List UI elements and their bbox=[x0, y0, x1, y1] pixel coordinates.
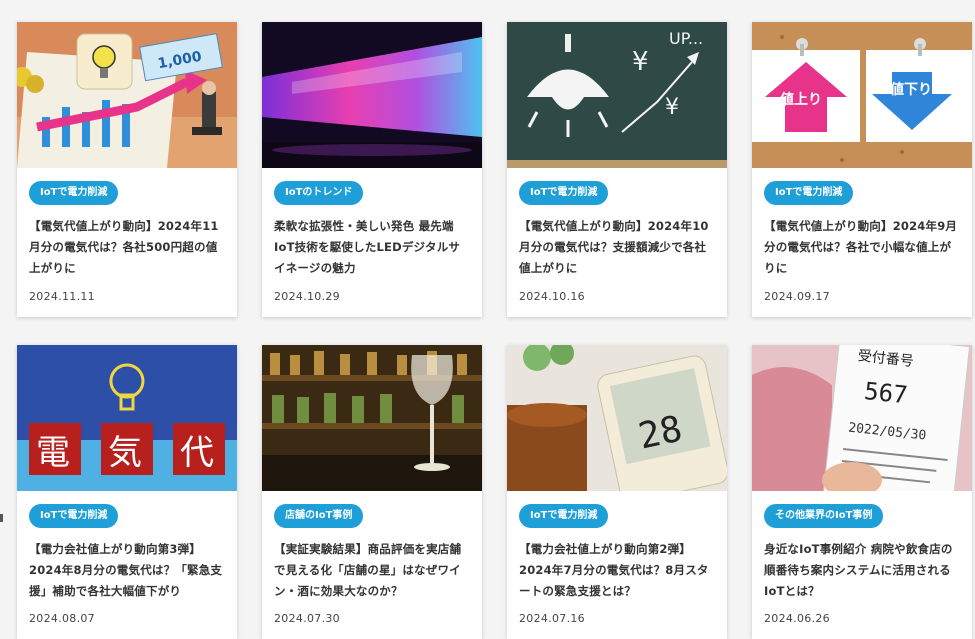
svg-text:¥: ¥ bbox=[665, 95, 679, 120]
thumb-up-text: UP... bbox=[669, 29, 703, 48]
article-thumbnail[interactable] bbox=[262, 345, 482, 491]
article-thumbnail[interactable]: 値上り 値下り bbox=[752, 22, 972, 168]
article-thumbnail[interactable]: 1,000 bbox=[17, 22, 237, 168]
article-card[interactable]: 値上り 値下り IoTで電力削減 【電気代値上がり動向】2024年9月分の電気代… bbox=[752, 22, 972, 317]
category-tag[interactable]: 店舗のIoT事例 bbox=[274, 504, 364, 528]
article-title[interactable]: 【電気代値上がり動向】2024年9月分の電気代は？各社で小幅な値上がりに bbox=[764, 216, 960, 279]
svg-text:¥: ¥ bbox=[632, 47, 649, 77]
article-thumbnail[interactable]: 電 気 代 bbox=[17, 345, 237, 491]
article-thumbnail[interactable]: 28 bbox=[507, 345, 727, 491]
article-thumbnail[interactable]: 受付番号 567 2022/05/30 bbox=[752, 345, 972, 491]
article-card[interactable]: ¥ ¥ UP... IoTで電力削減 【電気代値上がり動向】2024年10月分の… bbox=[507, 22, 727, 317]
article-thumbnail[interactable]: ¥ ¥ UP... bbox=[507, 22, 727, 168]
category-tag[interactable]: その他業界のIoT事例 bbox=[764, 504, 884, 528]
article-thumbnail[interactable] bbox=[262, 22, 482, 168]
article-card[interactable]: 1,000 IoTで電力削減 【電気代値上がり動向】2024年11月分の電気代は… bbox=[17, 22, 237, 317]
thumb-char-1: 電 bbox=[36, 433, 70, 473]
article-title[interactable]: 【実証実験結果】商品評価を実店舗で見える化「店舗の星」はなぜワイン・酒に効果大な… bbox=[274, 539, 470, 602]
article-grid: 1,000 IoTで電力削減 【電気代値上がり動向】2024年11月分の電気代は… bbox=[0, 0, 975, 639]
article-date: 2024.07.16 bbox=[519, 612, 585, 625]
category-tag[interactable]: IoTで電力削減 bbox=[29, 181, 119, 205]
scroll-edge-mark bbox=[0, 514, 3, 522]
category-tag[interactable]: IoTで電力削減 bbox=[764, 181, 854, 205]
article-title[interactable]: 【電力会社値上がり動向第2弾】2024年7月分の電気代は？8月スタートの緊急支援… bbox=[519, 539, 715, 602]
thumb-label-up: 値上り bbox=[779, 91, 822, 108]
article-date: 2024.09.17 bbox=[764, 290, 830, 303]
category-tag[interactable]: IoTのトレンド bbox=[274, 181, 364, 205]
article-date: 2024.10.29 bbox=[274, 290, 340, 303]
article-title[interactable]: 身近なIoT事例紹介 病院や飲食店の順番待ち案内システムに活用されるIoTとは？ bbox=[764, 539, 960, 602]
article-title[interactable]: 【電気代値上がり動向】2024年10月分の電気代は？支援額減少で各社値上がりに bbox=[519, 216, 715, 279]
article-title[interactable]: 【電力会社値上がり動向第3弾】2024年8月分の電気代は？「緊急支援」補助で各社… bbox=[29, 539, 225, 602]
article-date: 2024.11.11 bbox=[29, 290, 95, 303]
category-tag[interactable]: IoTで電力削減 bbox=[519, 181, 609, 205]
article-card[interactable]: 店舗のIoT事例 【実証実験結果】商品評価を実店舗で見える化「店舗の星」はなぜワ… bbox=[262, 345, 482, 639]
article-card[interactable]: 受付番号 567 2022/05/30 その他業界のIoT事例 身近なIoT事例… bbox=[752, 345, 972, 639]
article-card[interactable]: 28 IoTで電力削減 【電力会社値上がり動向第2弾】2024年7月分の電気代は… bbox=[507, 345, 727, 639]
article-card[interactable]: IoTのトレンド 柔軟な拡張性・美しい発色 最先端IoT技術を駆使したLEDデジ… bbox=[262, 22, 482, 317]
article-date: 2024.08.07 bbox=[29, 612, 95, 625]
thumb-char-2: 気 bbox=[108, 433, 142, 473]
article-date: 2024.10.16 bbox=[519, 290, 585, 303]
article-date: 2024.06.26 bbox=[764, 612, 830, 625]
article-card[interactable]: 電 気 代 IoTで電力削減 【電力会社値上がり動向第3弾】2024年8月分の電… bbox=[17, 345, 237, 639]
thumb-label-down: 値下り bbox=[889, 81, 932, 98]
thumb-char-3: 代 bbox=[180, 433, 214, 473]
article-title[interactable]: 【電気代値上がり動向】2024年11月分の電気代は？各社500円超の値上がりに bbox=[29, 216, 225, 279]
article-date: 2024.07.30 bbox=[274, 612, 340, 625]
article-title[interactable]: 柔軟な拡張性・美しい発色 最先端IoT技術を駆使したLEDデジタルサイネージの魅… bbox=[274, 216, 470, 279]
thumb-ticket-number: 567 bbox=[863, 377, 909, 409]
category-tag[interactable]: IoTで電力削減 bbox=[29, 504, 119, 528]
category-tag[interactable]: IoTで電力削減 bbox=[519, 504, 609, 528]
